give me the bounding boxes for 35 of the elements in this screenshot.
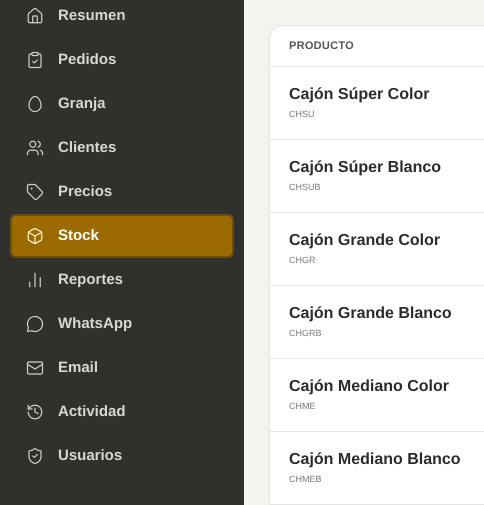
sidebar-item[interactable]: Stock [10, 214, 234, 258]
sidebar-item[interactable]: WhatsApp [10, 302, 234, 346]
sidebar-item[interactable]: Clientes [10, 126, 234, 170]
product-name: Cajón Súper Blanco [289, 158, 442, 178]
product-code: CHME [289, 400, 316, 413]
product-code: CHGR [289, 254, 316, 267]
sidebar-item[interactable]: Actividad [10, 390, 234, 434]
product-code: CHSUB [289, 180, 322, 194]
product-code: CHSU [289, 108, 316, 121]
users-icon [26, 139, 44, 157]
product-name: Cajón Súper Color [289, 84, 430, 105]
clipboard-check-icon [26, 51, 44, 69]
sidebar-item[interactable]: Pedidos [10, 38, 234, 82]
product-name: Cajón Grande Color [289, 230, 442, 251]
bar-chart-icon [26, 271, 44, 289]
tag-icon [26, 183, 44, 201]
box-icon [26, 227, 44, 245]
column-header: PRODUCTO [289, 38, 354, 54]
product-code: CHGRB [289, 326, 323, 340]
history-icon [26, 403, 44, 421]
product-code: CHMEB [289, 472, 323, 486]
shield-check-icon [26, 447, 44, 465]
mail-icon [26, 359, 44, 377]
product-name: Cajón Grande Blanco [289, 304, 453, 324]
sidebar-item[interactable]: Usuarios [10, 434, 234, 478]
chat-bubble-icon [26, 315, 44, 333]
product-name: Cajón Mediano Blanco [289, 450, 462, 470]
sidebar-item[interactable]: Email [10, 346, 234, 390]
sidebar-item[interactable]: Resumen [10, 0, 234, 38]
egg-icon [26, 95, 44, 113]
product-name: Cajón Mediano Color [289, 376, 450, 397]
house-icon [26, 7, 44, 25]
sidebar-item[interactable]: Reportes [10, 258, 234, 302]
sidebar-item[interactable]: Precios [10, 170, 234, 214]
sidebar-item[interactable]: Granja [10, 82, 234, 126]
